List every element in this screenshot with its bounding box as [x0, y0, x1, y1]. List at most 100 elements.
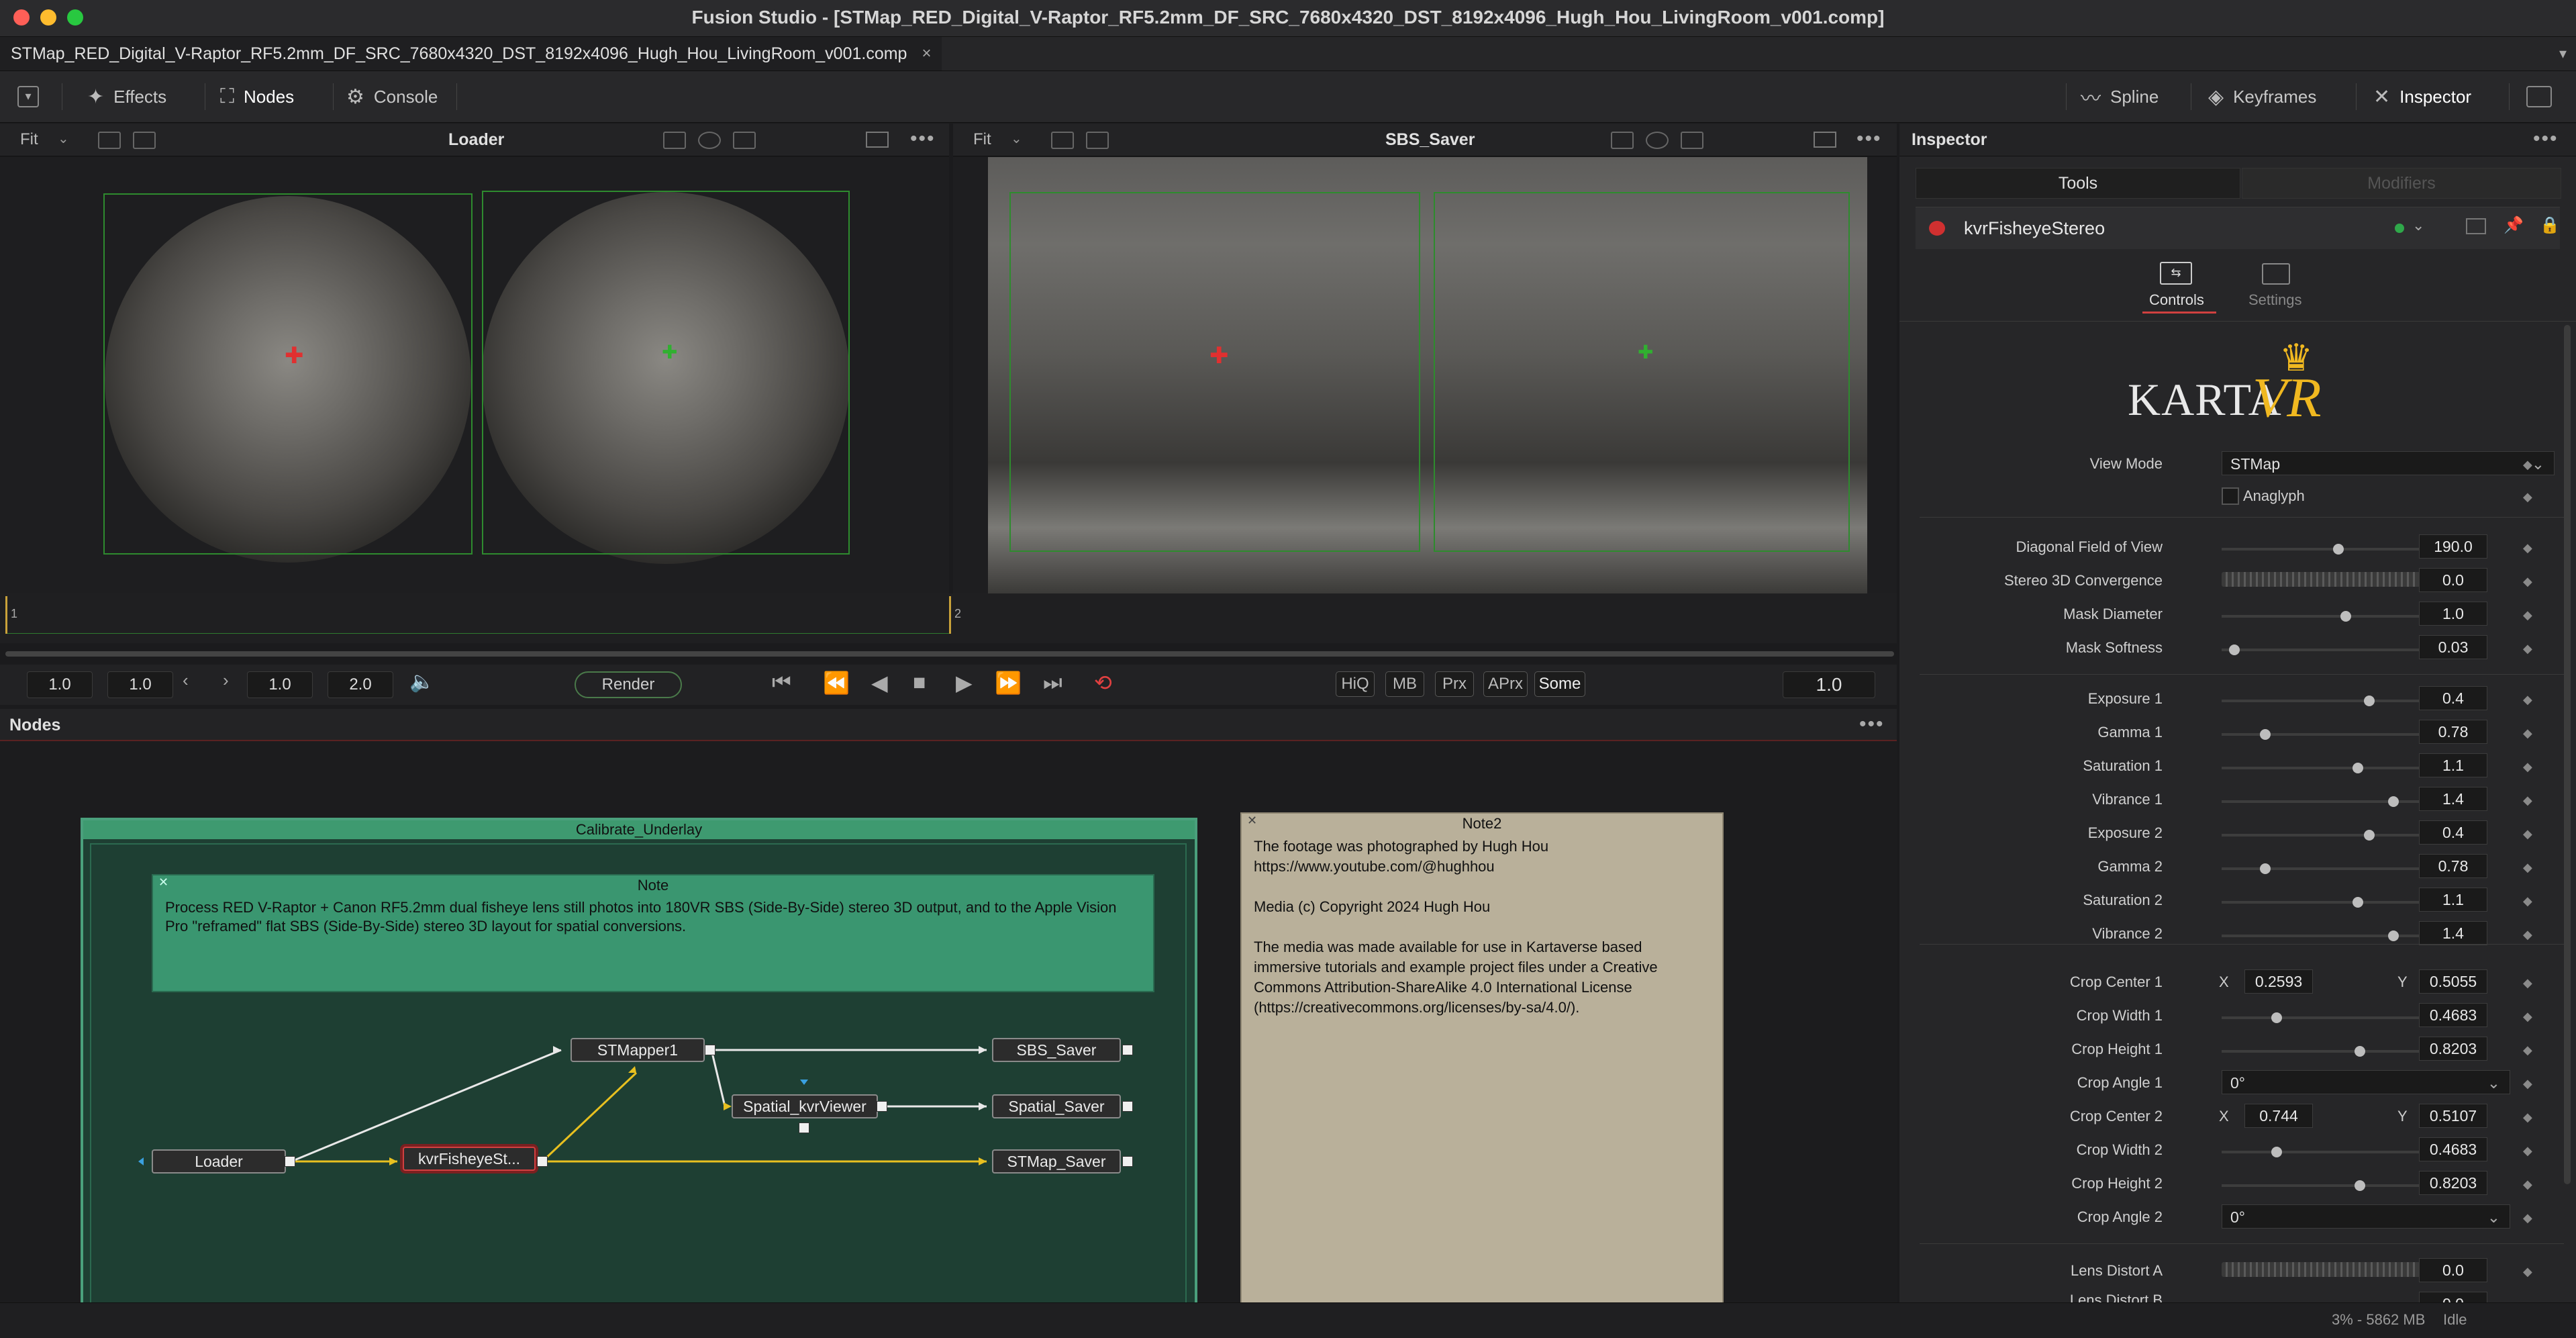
sbs-saver-output-port[interactable] — [1122, 1045, 1133, 1055]
exposure-2-knob[interactable] — [2364, 830, 2375, 841]
crop-height-2-knob[interactable] — [2355, 1180, 2365, 1191]
keyframe-diamond-icon[interactable]: ◆ — [2523, 928, 2532, 942]
console-button[interactable]: ⚙ Console — [346, 71, 438, 122]
global-start-field[interactable]: 1.0 — [27, 671, 93, 698]
saturation-2-knob[interactable] — [2352, 897, 2363, 908]
saturation-1-knob[interactable] — [2352, 763, 2363, 773]
mask-softness-knob[interactable] — [2228, 644, 2240, 655]
crop-center-1-y[interactable]: 0.5055 — [2419, 969, 2487, 994]
right-crop-rect[interactable] — [1434, 192, 1850, 552]
keyframe-diamond-icon[interactable]: ◆ — [2523, 608, 2532, 622]
tab-modifiers[interactable]: Modifiers — [2242, 168, 2561, 199]
node-editor[interactable]: Calibrate_Underlay Note ✕ Process RED V-… — [0, 741, 1897, 1323]
render-end-field[interactable]: 1.0 — [247, 671, 313, 698]
some-toggle[interactable]: Some — [1534, 671, 1585, 697]
right-viewer[interactable]: ✚ ✚ — [953, 157, 1897, 593]
exposure-1-field[interactable]: 0.4 — [2419, 686, 2487, 710]
right-viewer-tools[interactable] — [1611, 132, 1703, 149]
stop-icon[interactable]: ■ — [913, 670, 926, 695]
lock-icon[interactable]: 🔒 — [2540, 216, 2560, 235]
speaker-icon[interactable]: 🔈 — [409, 670, 434, 694]
vibrance-2-knob[interactable] — [2387, 930, 2399, 941]
left-viewer-fit-dropdown[interactable]: Fit — [20, 130, 38, 149]
prx-toggle[interactable]: Prx — [1435, 671, 1474, 697]
diagonal-field-of-view-field[interactable]: 190.0 — [2419, 534, 2487, 559]
render-button[interactable]: Render — [575, 671, 682, 698]
keyframe-diamond-icon[interactable]: ◆ — [2523, 861, 2532, 875]
crop-center-2-y[interactable]: 0.5107 — [2419, 1104, 2487, 1128]
left-viewer-options[interactable] — [98, 132, 156, 149]
crop-width-1-field[interactable]: 0.4683 — [2419, 1003, 2487, 1027]
tool-color-dot[interactable] — [2395, 224, 2404, 233]
anaglyph-checkbox[interactable] — [2222, 487, 2239, 505]
chevron-down-icon[interactable]: ⌄ — [2412, 217, 2424, 234]
current-time-field[interactable]: 1.0 — [1783, 671, 1875, 698]
vibrance-1-knob[interactable] — [2387, 796, 2399, 807]
keyframe-diamond-icon[interactable]: ◆ — [2523, 642, 2532, 656]
spatial-viewer-output-port[interactable] — [877, 1101, 887, 1112]
left-crop-rect[interactable] — [1009, 192, 1420, 552]
lens-distort-a-field[interactable]: 0.0 — [2419, 1258, 2487, 1282]
inspector-more-icon[interactable]: ••• — [2533, 128, 2559, 150]
keyframe-diamond-icon[interactable]: ◆ — [2523, 1144, 2532, 1158]
comp-tab[interactable]: STMap_RED_Digital_V-Raptor_RF5.2mm_DF_SR… — [0, 37, 942, 70]
keyframe-diamond-icon[interactable]: ◆ — [2523, 1178, 2532, 1192]
gamma-2-field[interactable]: 0.78 — [2419, 854, 2487, 878]
stmapper-output-port[interactable] — [705, 1045, 715, 1055]
global-end-field[interactable]: 2.0 — [328, 671, 393, 698]
keyframe-diamond-icon[interactable]: ◆ — [2523, 575, 2532, 589]
keyframe-diamond-icon[interactable]: ◆ — [2523, 458, 2532, 472]
gamma-1-field[interactable]: 0.78 — [2419, 720, 2487, 744]
time-ruler[interactable]: 1 2 — [0, 593, 1897, 657]
keyframe-diamond-icon[interactable]: ◆ — [2523, 894, 2532, 908]
right-crop-rect[interactable] — [482, 191, 850, 555]
pin-icon[interactable]: 📌 — [2504, 216, 2524, 235]
aprx-toggle[interactable]: APrx — [1483, 671, 1528, 697]
left-viewer-tools[interactable] — [663, 132, 756, 149]
keyframe-diamond-icon[interactable]: ◆ — [2523, 794, 2532, 808]
mask-diameter-knob[interactable] — [2340, 611, 2351, 622]
lens-distort-b-field[interactable]: 0.0 — [2419, 1292, 2487, 1302]
keyframe-diamond-icon[interactable]: ◆ — [2523, 490, 2532, 504]
crosshair-widget-icon[interactable]: ✚ — [285, 342, 304, 369]
end-marker[interactable] — [949, 596, 951, 634]
inspector-button[interactable]: ✕ Inspector — [2373, 71, 2471, 122]
stereo-3d-convergence-field[interactable]: 0.0 — [2419, 568, 2487, 592]
sub-tab-controls[interactable]: Controls — [2149, 291, 2204, 309]
node-loader[interactable]: Loader — [152, 1149, 286, 1174]
left-crop-rect[interactable] — [103, 193, 473, 555]
diagonal-field-of-view-knob[interactable] — [2333, 544, 2344, 555]
tab-menu-chevron-icon[interactable]: ▾ — [2559, 45, 2567, 62]
saturation-1-field[interactable]: 1.1 — [2419, 753, 2487, 777]
right-viewer-options[interactable] — [1051, 132, 1109, 149]
rewind-icon[interactable]: ⏪ — [823, 670, 850, 696]
crosshair-widget-icon[interactable]: ✚ — [1209, 342, 1229, 369]
crop-angle-2-select[interactable]: 0° ⌄ — [2222, 1204, 2510, 1229]
right-viewer-roi-icon[interactable] — [1814, 132, 1836, 148]
tool-enable-toggle[interactable] — [1929, 221, 1945, 236]
keyframes-button[interactable]: ◈ Keyframes — [2208, 71, 2316, 122]
kvr-output-port[interactable] — [537, 1156, 548, 1167]
keyframe-diamond-icon[interactable]: ◆ — [2523, 693, 2532, 707]
fast-forward-icon[interactable]: ⏩ — [995, 670, 1022, 696]
exposure-2-field[interactable]: 0.4 — [2419, 820, 2487, 845]
start-marker[interactable] — [5, 596, 7, 634]
chevron-down-icon[interactable]: ⌄ — [1011, 130, 1022, 147]
mask-diameter-field[interactable]: 1.0 — [2419, 602, 2487, 626]
keyframe-diamond-icon[interactable]: ◆ — [2523, 827, 2532, 841]
keyframe-diamond-icon[interactable]: ◆ — [2523, 976, 2532, 990]
crop-width-2-knob[interactable] — [2271, 1147, 2282, 1157]
gamma-2-knob[interactable] — [2259, 863, 2271, 874]
keyframe-diamond-icon[interactable]: ◆ — [2523, 726, 2532, 740]
crop-width-1-knob[interactable] — [2271, 1012, 2282, 1023]
keyframe-diamond-icon[interactable]: ◆ — [2523, 1211, 2532, 1225]
spatial-saver-output-port[interactable] — [1122, 1101, 1133, 1112]
loader-output-port[interactable] — [285, 1156, 295, 1167]
left-viewer-roi-icon[interactable] — [866, 132, 889, 148]
tool-version-icon[interactable] — [2466, 218, 2486, 234]
hiq-toggle[interactable]: HiQ — [1336, 671, 1375, 697]
go-to-start-icon[interactable]: ⏮ — [772, 670, 791, 696]
keyframe-diamond-icon[interactable]: ◆ — [2523, 760, 2532, 774]
keyframe-diamond-icon[interactable]: ◆ — [2523, 541, 2532, 555]
go-to-end-icon[interactable]: ⏭ — [1043, 670, 1062, 696]
